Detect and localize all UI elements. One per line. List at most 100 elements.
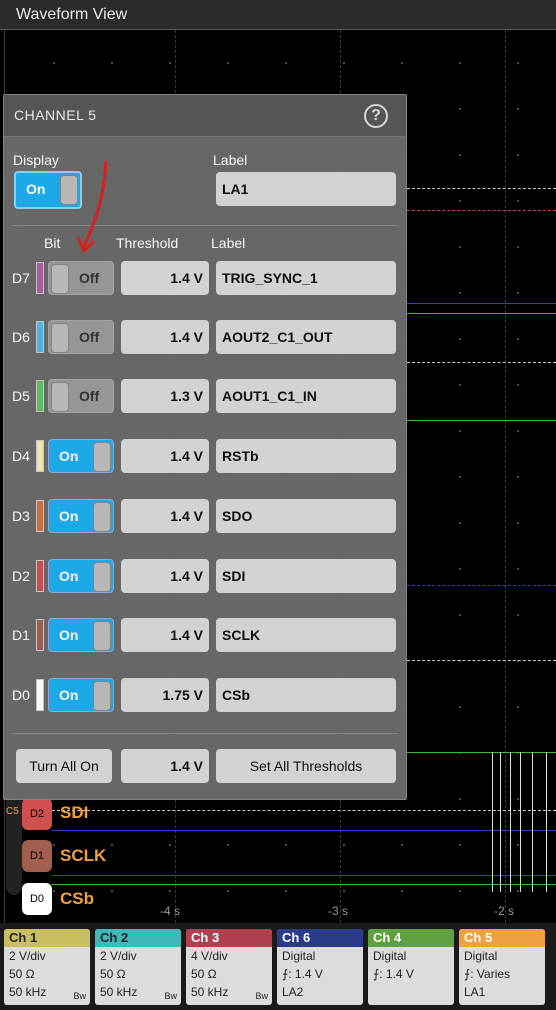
pulse [520,752,521,892]
display-toggle-text: On [26,181,46,197]
bit-d1-threshold[interactable]: 1.4 V [121,618,209,652]
channel-line: Digital [373,949,407,963]
channel-line: ⨍: 1.4 V [282,967,323,981]
toggle-knob [51,323,69,353]
channel-title: Ch 5 [459,929,545,947]
bit-d6-toggle[interactable]: Off [48,320,114,354]
channel-line: 50 Ω [191,967,217,981]
channel-title: Ch 2 [95,929,181,947]
toggle-knob [51,264,69,294]
channel-badge-ch2[interactable]: Ch 2 2 V/div 50 Ω 50 kHz Bw [95,929,181,1005]
bit-d0-label[interactable]: CSb [216,678,396,712]
set-all-thresholds-button[interactable]: Set All Thresholds [216,749,396,783]
bit-d0-threshold[interactable]: 1.75 V [121,678,209,712]
channel-badge-ch5[interactable]: Ch 5 Digital ⨍: Varies LA1 [459,929,545,1005]
trace [407,362,556,363]
turn-all-on-button[interactable]: Turn All On [16,749,112,783]
col-label-heading: Label [211,235,246,251]
channel-badge-ch3[interactable]: Ch 3 4 V/div 50 Ω 50 kHz Bw [186,929,272,1005]
x-tick: -2 s [494,904,515,918]
bit-d5-threshold[interactable]: 1.3 V [121,379,209,413]
bit-d6-threshold[interactable]: 1.4 V [121,320,209,354]
bit-d6-state: Off [79,329,100,345]
bit-d5-toggle[interactable]: Off [48,379,114,413]
channel-line: 50 Ω [100,967,126,981]
trace [407,585,556,586]
waveform-label-csb: CSb [60,889,94,908]
bit-d2-threshold[interactable]: 1.4 V [121,559,209,593]
divider [12,225,398,226]
toggle-knob [93,442,111,472]
trace [52,884,556,885]
waveform-tag-d2[interactable]: D2 [22,798,52,830]
col-threshold-heading: Threshold [116,235,179,251]
waveform-tag-d0[interactable]: D0 [22,883,52,915]
bandwidth-limit-icon: Bw [73,991,86,1001]
channel-line: 50 Ω [9,967,35,981]
bit-d0-swatch [36,679,44,711]
bit-d7-threshold[interactable]: 1.4 V [121,261,209,295]
bit-d6-swatch [36,321,44,353]
bit-d4-label[interactable]: RSTb [216,439,396,473]
trace [407,188,556,189]
bit-d0-toggle[interactable]: On [48,678,114,712]
bandwidth-limit-icon: Bw [255,991,268,1001]
channel-title: Ch 3 [186,929,272,947]
trace [52,810,556,811]
bit-d4-state: On [59,448,79,464]
bit-d3-toggle[interactable]: On [48,499,114,533]
channel-line: Digital [464,949,498,963]
bit-d3-swatch [36,500,44,532]
bit-d2-toggle[interactable]: On [48,559,114,593]
channel-badge-ch6[interactable]: Ch 6 Digital ⨍: 1.4 V LA2 [277,929,363,1005]
bit-d0-state: On [59,687,79,703]
bit-d3-state: On [59,508,79,524]
x-tick: -3 s [328,904,349,918]
bit-d3-threshold[interactable]: 1.4 V [121,499,209,533]
all-threshold-field[interactable]: 1.4 V [121,749,209,783]
channel-dialog: CHANNEL 5 ? Display On Label LA1 Bit Thr… [3,94,407,800]
rail-marker: C5 [6,806,19,817]
grid-line [505,30,506,923]
bit-d7-label[interactable]: TRIG_SYNC_1 [216,261,396,295]
bit-d7-state: Off [79,270,100,286]
pulse [546,752,547,892]
channel-line: 2 V/div [9,949,46,963]
display-toggle[interactable]: On [14,171,82,209]
toggle-knob [93,681,111,711]
trace [407,313,556,314]
bit-d1-toggle[interactable]: On [48,618,114,652]
waveform-label-sdi: SDI [60,803,89,822]
dialog-title: CHANNEL 5 [14,107,97,123]
bit-d2-swatch [36,560,44,592]
waveform-tag-d1[interactable]: D1 [22,840,52,872]
bit-d3-label[interactable]: SDO [216,499,396,533]
bit-d4-toggle[interactable]: On [48,439,114,473]
trace [407,303,556,304]
bit-d4-threshold[interactable]: 1.4 V [121,439,209,473]
channel-title: Ch 6 [277,929,363,947]
bit-d1-label[interactable]: SCLK [216,618,396,652]
bit-d7-swatch [36,262,44,294]
display-label: Display [13,152,59,168]
annotation-arrow-icon [76,160,108,254]
trace [52,830,556,831]
channel-badge-ch1[interactable]: Ch 1 2 V/div 50 Ω 50 kHz Bw [4,929,90,1005]
window-title-bar: Waveform View [0,0,556,30]
pulse [532,752,533,892]
bit-d2-state: On [59,568,79,584]
bit-d7-toggle[interactable]: Off [48,261,114,295]
toggle-knob [51,382,69,412]
bit-d2-label[interactable]: SDI [216,559,396,593]
bit-d5-label[interactable]: AOUT1_C1_IN [216,379,396,413]
dialog-header[interactable]: CHANNEL 5 ? [4,95,406,137]
x-tick: -4 s [160,904,181,918]
bit-d1-swatch [36,619,44,651]
channel-label-field[interactable]: LA1 [216,172,396,206]
help-icon[interactable]: ? [364,104,388,128]
bit-d6-label[interactable]: AOUT2_C1_OUT [216,320,396,354]
bit-d4-name: D4 [12,448,30,464]
channel-badge-ch4[interactable]: Ch 4 Digital ⨍: 1.4 V [368,929,454,1005]
trace [407,660,556,661]
bit-d3-name: D3 [12,508,30,524]
